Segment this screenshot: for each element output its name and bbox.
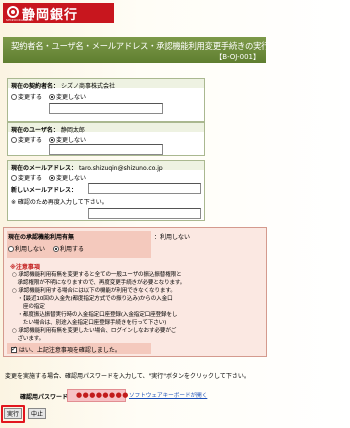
notice-line: 座の指定 (12, 304, 45, 310)
password-label: 確認用パスワード： (20, 394, 75, 401)
approval-current-value: ：利用しない (154, 234, 191, 241)
radio-selected-icon (53, 246, 59, 252)
new-email-label: 新しいメールアドレス： (11, 187, 78, 194)
notice-line: 承認権限が不明になりますので、再度変更手続きが必要となります。 (12, 280, 186, 286)
contract-change-radio[interactable]: 変更する (11, 92, 42, 101)
email-value: taro.shizuqin@shizuno.co.jp (78, 165, 163, 172)
email-confirm-note: ※ 確認のため再度入力して下さい。 (11, 199, 108, 206)
new-email-confirm-input[interactable] (88, 208, 201, 219)
notice-line: たい場合は、別途入金指定口座登録手続きを行って下さい) (12, 320, 167, 326)
email-nochange-radio[interactable]: 変更しない (49, 173, 86, 182)
radio-selected-icon (49, 94, 55, 100)
approval-section: 現在の承認機能利用有無 ：利用しない 利用しない 利用する ※注意事項 ○ 承認… (3, 227, 267, 357)
notice-line: ・【最近10回の入金先(都度指定方式での振り込み)からの入金口 (12, 296, 173, 302)
radio-selected-icon (49, 175, 55, 181)
contract-name-value: シズノ商事株式会社 (60, 83, 115, 90)
approval-enable-radio[interactable]: 利用する (53, 244, 84, 253)
confirm-checkbox-label: はい、上記注意事項を確認しました。 (18, 347, 121, 354)
notice-line: ・都度振込振替実行時の入金指定口座登録(入金指定口座登録をし (12, 312, 178, 318)
bank-logo: SHIZUOKA BANK 静岡銀行 (3, 3, 114, 23)
radio-icon (8, 246, 14, 252)
email-change-radio[interactable]: 変更する (11, 173, 42, 182)
user-name-input[interactable] (49, 144, 163, 155)
bank-emblem-icon (7, 6, 19, 18)
contract-name-section: 現在の契約者名： シズノ商事株式会社 変更する 変更しない (7, 78, 205, 122)
cancel-button[interactable]: 中止 (28, 408, 46, 419)
page-title: 契約者名・ユーザ名・メールアドレス・承認機能利用変更手続きの実行 (11, 41, 270, 51)
radio-selected-icon (49, 137, 55, 143)
new-email-input[interactable] (88, 183, 201, 194)
approval-label: 現在の承認機能利用有無 (8, 234, 75, 241)
bank-name: 静岡銀行 (22, 8, 79, 23)
page-code: 【B-OJ-001】 (215, 53, 260, 61)
notice-line: ○ 承認機能利用有無を変更すると全ての一般ユーザの振込振替権限と (12, 272, 182, 278)
radio-icon (11, 94, 17, 100)
approval-disable-radio[interactable]: 利用しない (8, 244, 45, 253)
email-label: 現在のメールアドレス： (11, 165, 78, 172)
user-name-label: 現在のユーザ名： (11, 127, 59, 134)
contract-name-label: 現在の契約者名： (11, 83, 60, 90)
notice-line: ○ 承認機能利用する場合には以下の機能が利用できなくなります。 (12, 288, 176, 294)
execute-button[interactable]: 実行 (4, 408, 22, 419)
footer-instruction: 変更を実施する場合、確認用パスワードを入力して、"実行"ボタンをクリックして下さ… (5, 373, 250, 380)
password-input[interactable]: ●●●●●●●● (67, 389, 129, 402)
checkbox-checked-icon[interactable] (11, 345, 17, 353)
page-title-bar: 契約者名・ユーザ名・メールアドレス・承認機能利用変更手続きの実行 【B-OJ-0… (3, 37, 270, 63)
software-keyboard-link[interactable]: ソフトウェアキーボードが開く (129, 391, 207, 399)
confirm-checkbox-row[interactable]: はい、上記注意事項を確認しました。 (7, 343, 151, 354)
user-name-value: 静岡太郎 (60, 127, 85, 134)
password-mask: ●●●●●●●● (76, 391, 129, 399)
notice-list: ○ 承認機能利用有無を変更すると全ての一般ユーザの振込振替権限と 承認権限が不明… (12, 270, 264, 342)
contract-name-input[interactable] (49, 103, 163, 114)
email-section: 現在のメールアドレス： taro.shizuqin@shizuno.co.jp … (7, 160, 205, 221)
radio-icon (11, 175, 17, 181)
user-nochange-radio[interactable]: 変更しない (49, 135, 86, 144)
user-name-section: 現在のユーザ名： 静岡太郎 変更する 変更しない (7, 122, 205, 156)
radio-icon (11, 137, 17, 143)
notice-line: ざいます。 (12, 336, 45, 342)
notice-line: ○ 承認機能利用有無を変更したい場合、ログインしなおす必要がご (12, 328, 177, 334)
contract-nochange-radio[interactable]: 変更しない (49, 92, 86, 101)
user-change-radio[interactable]: 変更する (11, 135, 42, 144)
